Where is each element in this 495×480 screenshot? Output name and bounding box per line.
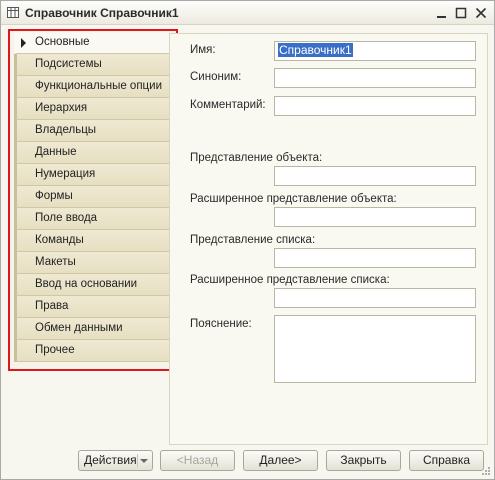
sidebar-item-rights[interactable]: Права (14, 296, 170, 318)
explanation-field[interactable] (274, 315, 476, 383)
sidebar-item-commands[interactable]: Команды (14, 230, 170, 252)
sidebar: Основные Подсистемы Функциональные опции… (8, 29, 178, 371)
sidebar-item-hierarchy[interactable]: Иерархия (14, 98, 170, 120)
table-icon (7, 7, 19, 18)
sidebar-item-label: Прочее (35, 344, 75, 356)
object-repr-label: Представление объекта: (190, 152, 323, 164)
sidebar-item-label: Макеты (35, 256, 76, 268)
sidebar-item-label: Иерархия (35, 102, 88, 114)
close-label: Закрыть (340, 453, 387, 467)
chevron-down-icon (140, 459, 148, 463)
next-button[interactable]: Далее> (243, 450, 318, 471)
sidebar-item-label: Ввод на основании (35, 278, 138, 290)
ext-list-repr-label: Расширенное представление списка: (190, 274, 390, 286)
window-title: Справочник Справочник1 (25, 6, 179, 20)
sidebar-item-other[interactable]: Прочее (14, 340, 170, 362)
sidebar-item-owners[interactable]: Владельцы (14, 120, 170, 142)
sidebar-item-numbering[interactable]: Нумерация (14, 164, 170, 186)
sidebar-item-input-field[interactable]: Поле ввода (14, 208, 170, 230)
sidebar-item-osnovnye[interactable]: Основные (14, 32, 170, 54)
sidebar-item-label: Команды (35, 234, 84, 246)
sidebar-item-podsistemy[interactable]: Подсистемы (14, 54, 170, 76)
ext-object-repr-label: Расширенное представление объекта: (190, 193, 397, 205)
sidebar-item-data-exchange[interactable]: Обмен данными (14, 318, 170, 340)
sidebar-item-label: Основные (35, 36, 90, 48)
sidebar-item-forms[interactable]: Формы (14, 186, 170, 208)
close-button[interactable]: Закрыть (326, 450, 401, 471)
form-panel: Имя: Справочник1 Синоним: Комментарий: П… (169, 33, 488, 445)
sidebar-item-label: Владельцы (35, 124, 97, 136)
close-icon[interactable] (473, 5, 489, 21)
sidebar-item-label: Нумерация (35, 168, 96, 180)
back-button[interactable]: <Назад (160, 450, 235, 471)
sidebar-item-label: Обмен данными (35, 322, 123, 334)
name-label: Имя: (190, 44, 216, 56)
sidebar-item-func-options[interactable]: Функциональные опции (14, 76, 170, 98)
sidebar-item-templates[interactable]: Макеты (14, 252, 170, 274)
comment-label: Комментарий: (190, 99, 266, 111)
triangle-right-icon (21, 38, 26, 48)
sidebar-item-label: Данные (35, 146, 77, 158)
sidebar-item-label: Права (35, 300, 69, 312)
explanation-label: Пояснение: (190, 318, 252, 330)
list-repr-field[interactable] (274, 248, 476, 268)
synonym-label: Синоним: (190, 71, 242, 83)
help-label: Справка (422, 453, 471, 467)
minimize-icon[interactable] (434, 5, 450, 21)
comment-field[interactable] (274, 96, 476, 116)
dialog-window: Справочник Справочник1 Основные Подсисте… (0, 0, 495, 480)
name-value: Справочник1 (278, 43, 353, 57)
ext-object-repr-field[interactable] (274, 207, 476, 227)
name-field[interactable]: Справочник1 (274, 41, 476, 61)
ext-list-repr-field[interactable] (274, 288, 476, 308)
sidebar-item-label: Поле ввода (35, 212, 98, 224)
maximize-icon[interactable] (453, 5, 469, 21)
actions-dropdown-button[interactable]: Действия (78, 450, 153, 471)
object-repr-field[interactable] (274, 166, 476, 186)
sidebar-item-label: Подсистемы (35, 58, 102, 70)
next-label: Далее> (259, 453, 302, 467)
list-repr-label: Представление списка: (190, 234, 316, 246)
resize-grip-icon[interactable] (481, 466, 491, 476)
sidebar-item-label: Функциональные опции (35, 80, 162, 92)
sidebar-item-label: Формы (35, 190, 73, 202)
sidebar-item-data[interactable]: Данные (14, 142, 170, 164)
help-button[interactable]: Справка (409, 450, 484, 471)
synonym-field[interactable] (274, 68, 476, 88)
sidebar-item-input-based-on[interactable]: Ввод на основании (14, 274, 170, 296)
title-bar: Справочник Справочник1 (1, 1, 494, 25)
actions-label: Действия (84, 453, 137, 467)
back-label: <Назад (176, 453, 219, 467)
